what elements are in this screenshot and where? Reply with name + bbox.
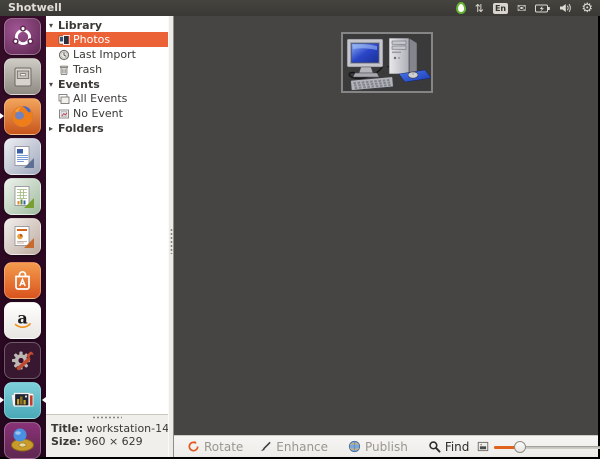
publish-button[interactable]: Publish xyxy=(340,437,416,457)
zoom-control xyxy=(477,440,600,454)
title-label: Title: xyxy=(51,422,83,435)
zoom-slider[interactable] xyxy=(494,440,600,454)
size-label: Size: xyxy=(51,435,81,448)
item-label: Last Import xyxy=(73,48,136,61)
rotate-icon xyxy=(187,440,200,453)
battery-icon[interactable] xyxy=(535,4,550,13)
expander-open-icon: ▾ xyxy=(49,21,58,30)
amazon-icon[interactable]: a xyxy=(4,302,41,339)
clock-icon xyxy=(58,49,71,61)
item-label: Trash xyxy=(73,63,102,76)
photo-thumbnail[interactable] xyxy=(341,32,433,93)
disc-icon[interactable] xyxy=(4,422,41,459)
photo-info-panel: Title: workstation-147... Size: 960 × 62… xyxy=(46,414,168,457)
bottom-toolbar: Rotate Enhance Publish Find xyxy=(174,435,598,457)
enhance-icon xyxy=(259,440,272,453)
system-settings-icon[interactable] xyxy=(4,342,41,379)
enhance-button[interactable]: Enhance xyxy=(251,437,336,457)
shotwell-icon[interactable] xyxy=(4,382,41,419)
sync-arrows-icon[interactable]: ⇅ xyxy=(475,3,484,14)
shotwell-window: ▾ Library Photos Last Import xyxy=(46,16,598,457)
indicator-area: ⇅ En ✉ ⚙ xyxy=(456,2,593,15)
find-magnifier-icon xyxy=(428,440,441,453)
top-panel: Shotwell ⇅ En ✉ ⚙ xyxy=(0,0,600,16)
no-event-icon xyxy=(58,108,71,120)
sidebar-item-last-import[interactable]: Last Import xyxy=(46,47,168,62)
ubuntu-dash-icon[interactable] xyxy=(4,18,41,55)
libreoffice-writer-icon[interactable] xyxy=(4,138,41,175)
message-icon[interactable]: ✉ xyxy=(517,3,526,14)
sidebar-item-photos[interactable]: Photos xyxy=(46,32,168,47)
keyboard-layout-indicator[interactable]: En xyxy=(493,3,508,14)
section-label: Library xyxy=(58,19,102,32)
item-label: No Event xyxy=(73,107,123,120)
publish-globe-icon xyxy=(348,440,361,453)
section-label: Events xyxy=(58,78,100,91)
sidebar-section-folders[interactable]: ▸ Folders xyxy=(46,121,168,135)
photo-size-line: Size: 960 × 629 xyxy=(46,435,168,448)
volume-icon[interactable] xyxy=(559,3,572,13)
unity-launcher: a xyxy=(0,16,46,457)
sidebar-section-events[interactable]: ▾ Events xyxy=(46,77,168,91)
libreoffice-impress-icon[interactable] xyxy=(4,218,41,255)
rotate-button[interactable]: Rotate xyxy=(179,437,251,457)
photos-icon xyxy=(58,34,71,46)
sidebar-item-no-event[interactable]: No Event xyxy=(46,106,168,121)
find-button[interactable]: Find xyxy=(420,437,478,457)
sidebar-item-all-events[interactable]: All Events xyxy=(46,91,168,106)
window-title: Shotwell xyxy=(8,0,62,16)
firefox-running-indicator xyxy=(0,113,4,119)
expander-open-icon: ▾ xyxy=(49,80,58,89)
zoom-out-icon[interactable] xyxy=(477,441,489,452)
firefox-icon[interactable] xyxy=(4,98,41,135)
splitter-handle-icon xyxy=(170,228,173,254)
shotwell-focused-indicator xyxy=(42,397,46,403)
software-center-icon[interactable] xyxy=(4,262,41,299)
zoom-slider-handle[interactable] xyxy=(514,441,526,453)
section-label: Folders xyxy=(58,122,104,135)
item-label: Photos xyxy=(73,33,110,46)
expander-closed-icon: ▸ xyxy=(49,124,58,133)
svg-text:a: a xyxy=(17,309,27,328)
shotwell-running-indicator xyxy=(0,397,4,403)
files-icon[interactable] xyxy=(4,58,41,95)
sidebar-section-library[interactable]: ▾ Library xyxy=(46,18,168,32)
photo-grid-area[interactable] xyxy=(174,16,598,435)
input-source-icon[interactable] xyxy=(456,2,466,14)
sidebar-item-trash[interactable]: Trash xyxy=(46,62,168,77)
trash-icon xyxy=(58,64,71,76)
item-label: All Events xyxy=(73,92,127,105)
title-value: workstation-147... xyxy=(87,422,168,435)
events-icon xyxy=(58,93,71,105)
photo-title-line: Title: workstation-147... xyxy=(46,422,168,435)
desktop-screen: Shotwell ⇅ En ✉ ⚙ xyxy=(0,0,600,459)
session-gear-icon[interactable]: ⚙ xyxy=(581,2,593,15)
pane-resize-handle[interactable] xyxy=(92,416,122,419)
size-value: 960 × 629 xyxy=(84,435,142,448)
library-sidebar: ▾ Library Photos Last Import xyxy=(46,16,168,414)
workstation-photo xyxy=(343,34,431,91)
libreoffice-calc-icon[interactable] xyxy=(4,178,41,215)
